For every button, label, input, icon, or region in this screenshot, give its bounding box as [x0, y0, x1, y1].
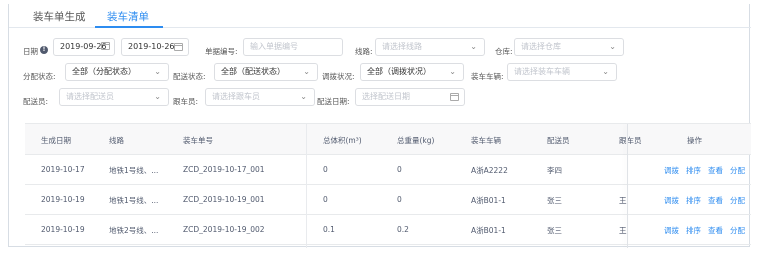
cell-volume: 0: [323, 195, 328, 204]
date-label: 日期: [23, 47, 38, 56]
tab-load-list[interactable]: 装车清单: [107, 9, 149, 24]
route-select[interactable]: 请选择线路 ⌄: [375, 38, 485, 56]
calendar-icon[interactable]: [174, 43, 183, 51]
assign-link[interactable]: 分配: [730, 226, 745, 235]
cell-weight: 0: [397, 165, 402, 174]
delivery-date-field[interactable]: 选择配送日期: [355, 88, 465, 106]
col-header-escort[interactable]: 跟车员: [619, 135, 642, 146]
column-divider: [306, 124, 307, 248]
col-header-date[interactable]: 生成日期: [41, 135, 71, 146]
chevron-down-icon: ⌄: [470, 42, 477, 51]
cell-deliverer: 李四: [547, 166, 562, 175]
cell-order-no: ZCD_2019-10-19_002: [183, 225, 265, 234]
deliverer-select[interactable]: 请选择配送员 ⌄: [59, 88, 169, 106]
tab-bar: 装车单生成 装车清单: [9, 4, 751, 28]
cell-vehicle: A浙B01-1: [471, 196, 506, 205]
transfer-link[interactable]: 调拨: [664, 166, 679, 175]
cell-route: 地铁1号线、...: [109, 166, 159, 175]
cell-route: 地铁1号线、...: [109, 196, 159, 205]
chevron-down-icon: ⌄: [303, 67, 310, 76]
transfer-link[interactable]: 调拨: [664, 196, 679, 205]
load-list-table: 生成日期 线路 装车单号 总体积(m³) 总重量(kg) 装车车辆 配送员 跟车…: [25, 123, 751, 248]
warehouse-label: 仓库:: [495, 47, 513, 56]
cell-volume: 0: [323, 165, 328, 174]
cell-weight: 0.2: [397, 225, 409, 234]
table-row[interactable]: 2019-10-17 地铁1号线、... ZCD_2019-10-17_001 …: [25, 155, 751, 185]
cell-weight: 0: [397, 195, 402, 204]
chevron-down-icon: ⌄: [609, 42, 616, 51]
delivery-status-label: 配送状态:: [173, 72, 206, 81]
transfer-link[interactable]: 调拨: [664, 226, 679, 235]
chevron-down-icon: ⌄: [300, 92, 307, 101]
col-header-route[interactable]: 线路: [109, 135, 124, 146]
cell-date: 2019-10-19: [41, 195, 85, 204]
vehicle-label: 装车车辆:: [471, 72, 504, 81]
date-end-field[interactable]: 2019-10-26: [121, 38, 189, 56]
sort-link[interactable]: 排序: [686, 196, 701, 205]
active-tab-indicator: [95, 26, 163, 28]
delivery-status-select[interactable]: 全部（配送状态） ⌄: [214, 63, 318, 81]
cell-order-no: ZCD_2019-10-19_001: [183, 195, 265, 204]
cell-date: 2019-10-19: [41, 225, 85, 234]
fixed-column-divider: [627, 124, 628, 248]
view-link[interactable]: 查看: [708, 226, 723, 235]
escort-label: 跟车员:: [173, 97, 199, 106]
cell-deliverer: 张三: [547, 196, 562, 205]
view-link[interactable]: 查看: [708, 166, 723, 175]
chevron-down-icon: ⌄: [154, 92, 161, 101]
chevron-down-icon: ⌄: [602, 67, 609, 76]
assign-link[interactable]: 分配: [730, 196, 745, 205]
sort-link[interactable]: 排序: [686, 166, 701, 175]
delivery-date-label: 配送日期:: [317, 97, 350, 106]
dispatch-status-label: 调拨状况:: [322, 72, 355, 81]
cell-order-no: ZCD_2019-10-17_001: [183, 165, 265, 174]
info-icon: !: [40, 46, 48, 54]
cell-date: 2019-10-17: [41, 165, 85, 174]
col-header-deliverer[interactable]: 配送员: [547, 135, 570, 146]
col-header-volume[interactable]: 总体积(m³): [323, 135, 362, 146]
cell-deliverer: 张三: [547, 226, 562, 235]
warehouse-select[interactable]: 请选择仓库 ⌄: [514, 38, 624, 56]
table-row[interactable]: 2019-10-19 地铁1号线、... ZCD_2019-10-19_001 …: [25, 185, 751, 215]
col-header-order-no[interactable]: 装车单号: [183, 135, 213, 146]
cell-escort: 王五,赵: [619, 226, 627, 235]
view-link[interactable]: 查看: [708, 196, 723, 205]
cell-volume: 0.1: [323, 225, 335, 234]
alloc-status-select[interactable]: 全部（分配状态） ⌄: [65, 63, 169, 81]
cell-vehicle: A浙A2222: [471, 166, 508, 175]
col-header-actions: 操作: [687, 136, 702, 145]
cell-route: 地铁2号线、...: [109, 226, 159, 235]
row-actions: 调拨 排序 查看 分配: [664, 165, 752, 176]
order-no-input[interactable]: 输入单据编号: [243, 38, 343, 56]
tab-load-sheet-generate[interactable]: 装车单生成: [33, 9, 86, 24]
alloc-status-label: 分配状态:: [23, 72, 56, 81]
sort-link[interactable]: 排序: [686, 226, 701, 235]
row-actions: 调拨 排序 查看 分配: [664, 195, 752, 206]
col-header-weight[interactable]: 总重量(kg): [397, 135, 434, 146]
page-frame: 装车单生成 装车清单 日期 ! 2019-09-26 2019-10-26 单据…: [8, 4, 751, 248]
route-label: 线路:: [355, 47, 373, 56]
deliverer-label: 配送员:: [23, 97, 49, 106]
table-row[interactable]: 2019-10-19 地铁2号线、... ZCD_2019-10-19_002 …: [25, 215, 751, 245]
assign-link[interactable]: 分配: [730, 166, 745, 175]
chevron-down-icon: ⌄: [449, 67, 456, 76]
cell-escort: 王五,赵: [619, 196, 627, 205]
row-actions: 调拨 排序 查看 分配: [664, 225, 752, 236]
vehicle-select[interactable]: 请选择装车车辆 ⌄: [507, 63, 617, 81]
escort-select[interactable]: 请选择跟车员 ⌄: [205, 88, 315, 106]
calendar-icon[interactable]: [101, 42, 110, 50]
col-header-vehicle[interactable]: 装车车辆: [471, 135, 501, 146]
table-header: 生成日期 线路 装车单号 总体积(m³) 总重量(kg) 装车车辆 配送员 跟车…: [25, 124, 751, 155]
calendar-icon[interactable]: [450, 93, 459, 101]
cell-vehicle: A浙B01-1: [471, 226, 506, 235]
order-no-label: 单据编号:: [205, 47, 238, 56]
chevron-down-icon: ⌄: [154, 67, 161, 76]
dispatch-status-select[interactable]: 全部（调拨状况） ⌄: [360, 63, 464, 81]
